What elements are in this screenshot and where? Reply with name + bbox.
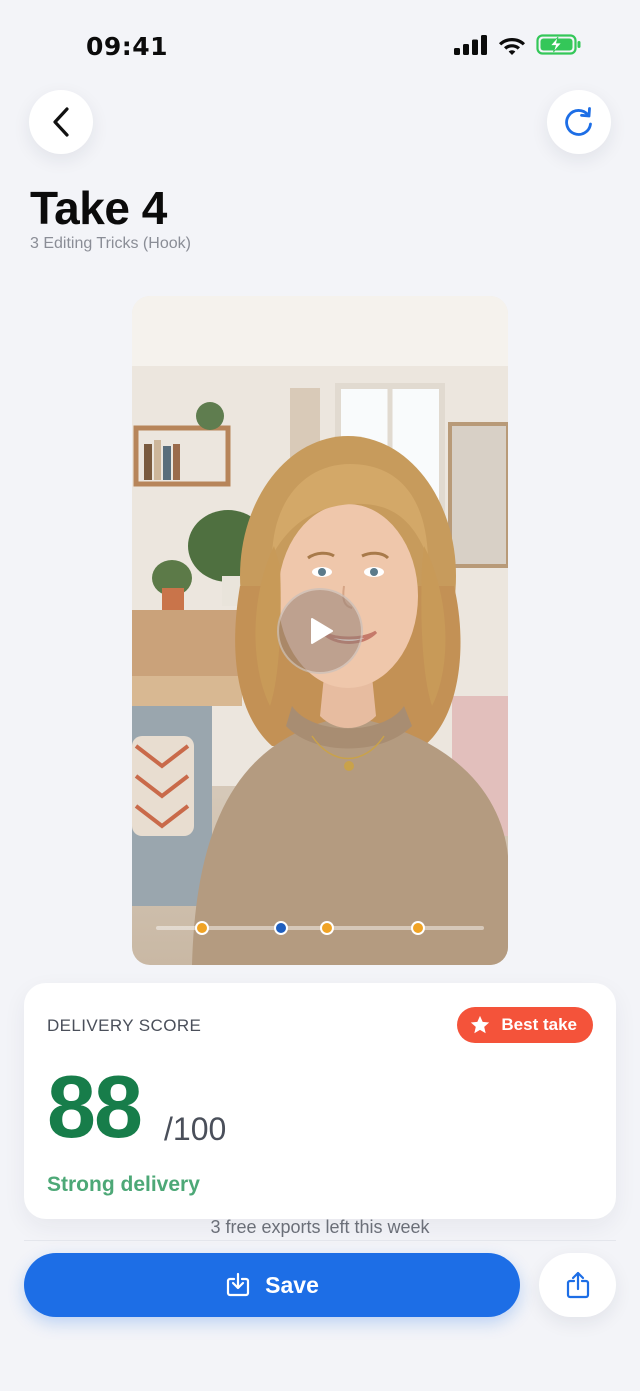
download-icon — [227, 1272, 250, 1297]
status-icons — [454, 34, 582, 55]
video-preview[interactable] — [132, 296, 508, 965]
share-button[interactable] — [539, 1253, 616, 1317]
exports-note: 3 free exports left this week — [210, 1217, 430, 1237]
score-max: /100 — [164, 1111, 227, 1147]
divider — [24, 1240, 616, 1241]
save-button[interactable]: Save — [24, 1253, 520, 1317]
signal-icon — [454, 34, 487, 55]
best-take-label: Best take — [501, 1015, 577, 1034]
score-description: Strong delivery — [47, 1173, 200, 1196]
video-timeline[interactable] — [156, 921, 484, 935]
share-icon — [566, 1271, 589, 1299]
wifi-icon — [499, 38, 525, 55]
chevron-left-icon — [53, 107, 69, 137]
page-subtitle: 3 Editing Tricks (Hook) — [30, 235, 191, 252]
delivery-score-card: DELIVERY SCORE Best take 88 /100 Strong … — [24, 983, 616, 1219]
redo-button[interactable] — [547, 90, 611, 154]
score-value: 88 — [47, 1057, 143, 1156]
timeline-marker[interactable] — [194, 921, 209, 935]
play-icon — [311, 618, 333, 644]
timeline-marker[interactable] — [319, 921, 334, 935]
delivery-score-label: DELIVERY SCORE — [47, 1016, 202, 1035]
star-icon — [471, 1015, 490, 1034]
save-label: Save — [265, 1271, 319, 1298]
page-title: Take 4 — [30, 182, 167, 234]
back-button[interactable] — [29, 90, 93, 154]
play-button[interactable] — [277, 588, 363, 674]
status-time: 09:41 — [86, 32, 169, 61]
redo-icon — [565, 107, 592, 136]
screen: 09:41 Take 4 3 Editing Tricks (Hook) DEL… — [0, 0, 640, 1391]
timeline-marker[interactable] — [273, 921, 288, 935]
battery-charging-icon — [536, 34, 581, 55]
best-take-badge: Best take — [457, 1007, 593, 1043]
